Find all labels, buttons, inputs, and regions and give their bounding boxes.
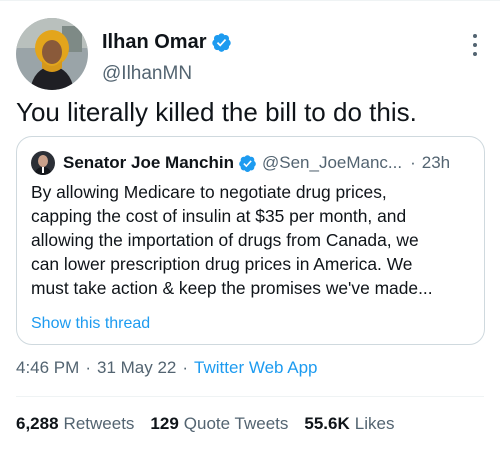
quoted-tweet-line: must take action & keep the promises we'… bbox=[31, 278, 433, 298]
likes-label[interactable]: Likes bbox=[355, 414, 395, 434]
quoted-author-handle: @Sen_JoeManc... bbox=[261, 153, 403, 172]
author-avatar[interactable] bbox=[16, 18, 88, 90]
quoted-tweet-line: By allowing Medicare to negotiate drug p… bbox=[31, 182, 387, 202]
quoted-tweet[interactable]: Senator Joe Manchin @Sen_JoeManc... · 23… bbox=[16, 136, 485, 345]
stats-divider bbox=[16, 396, 484, 397]
tweet-header: Ilhan Omar @IlhanMN bbox=[16, 18, 484, 92]
author-name[interactable]: Ilhan Omar bbox=[102, 31, 206, 54]
tweet-text: You literally killed the bill to do this… bbox=[16, 97, 417, 127]
quote-tweets-count[interactable]: 129 bbox=[150, 414, 178, 434]
retweets-label[interactable]: Retweets bbox=[64, 414, 135, 434]
tweet-source-link[interactable]: Twitter Web App bbox=[194, 358, 317, 378]
tweet-date[interactable]: 31 May 22 bbox=[97, 358, 176, 378]
verified-badge-icon bbox=[212, 33, 232, 52]
quoted-tweet-age: 23h bbox=[421, 153, 451, 172]
more-options-icon[interactable] bbox=[472, 34, 478, 56]
quoted-tweet-header: Senator Joe Manchin @Sen_JoeManc... · 23… bbox=[31, 151, 450, 175]
tweet-time[interactable]: 4:46 PM bbox=[16, 358, 79, 378]
quoted-tweet-line: capping the cost of insulin at $35 per m… bbox=[31, 206, 407, 226]
likes-count[interactable]: 55.6K bbox=[304, 414, 349, 434]
quoted-tweet-line: can lower prescription drug prices in Am… bbox=[31, 254, 413, 274]
verified-badge-icon bbox=[239, 154, 256, 172]
tweet-meta: 4:46 PM · 31 May 22 · Twitter Web App bbox=[16, 358, 318, 378]
quoted-author-avatar bbox=[31, 151, 55, 175]
author-handle[interactable]: @IlhanMN bbox=[102, 63, 192, 85]
separator-dot: · bbox=[182, 358, 189, 377]
separator-dot: · bbox=[85, 358, 91, 377]
quoted-tweet-line: allowing the importation of drugs from C… bbox=[31, 230, 419, 250]
retweets-count[interactable]: 6,288 bbox=[16, 414, 59, 434]
quoted-tweet-text: By allowing Medicare to negotiate drug p… bbox=[31, 180, 471, 300]
show-thread-link[interactable]: Show this thread bbox=[31, 315, 150, 333]
quote-tweets-label[interactable]: Quote Tweets bbox=[184, 414, 289, 434]
top-divider bbox=[0, 0, 500, 1]
quoted-author-name: Senator Joe Manchin bbox=[63, 153, 234, 172]
tweet-stats: 6,288 Retweets 129 Quote Tweets 55.6K Li… bbox=[16, 414, 410, 434]
separator-dot: · bbox=[410, 153, 416, 172]
